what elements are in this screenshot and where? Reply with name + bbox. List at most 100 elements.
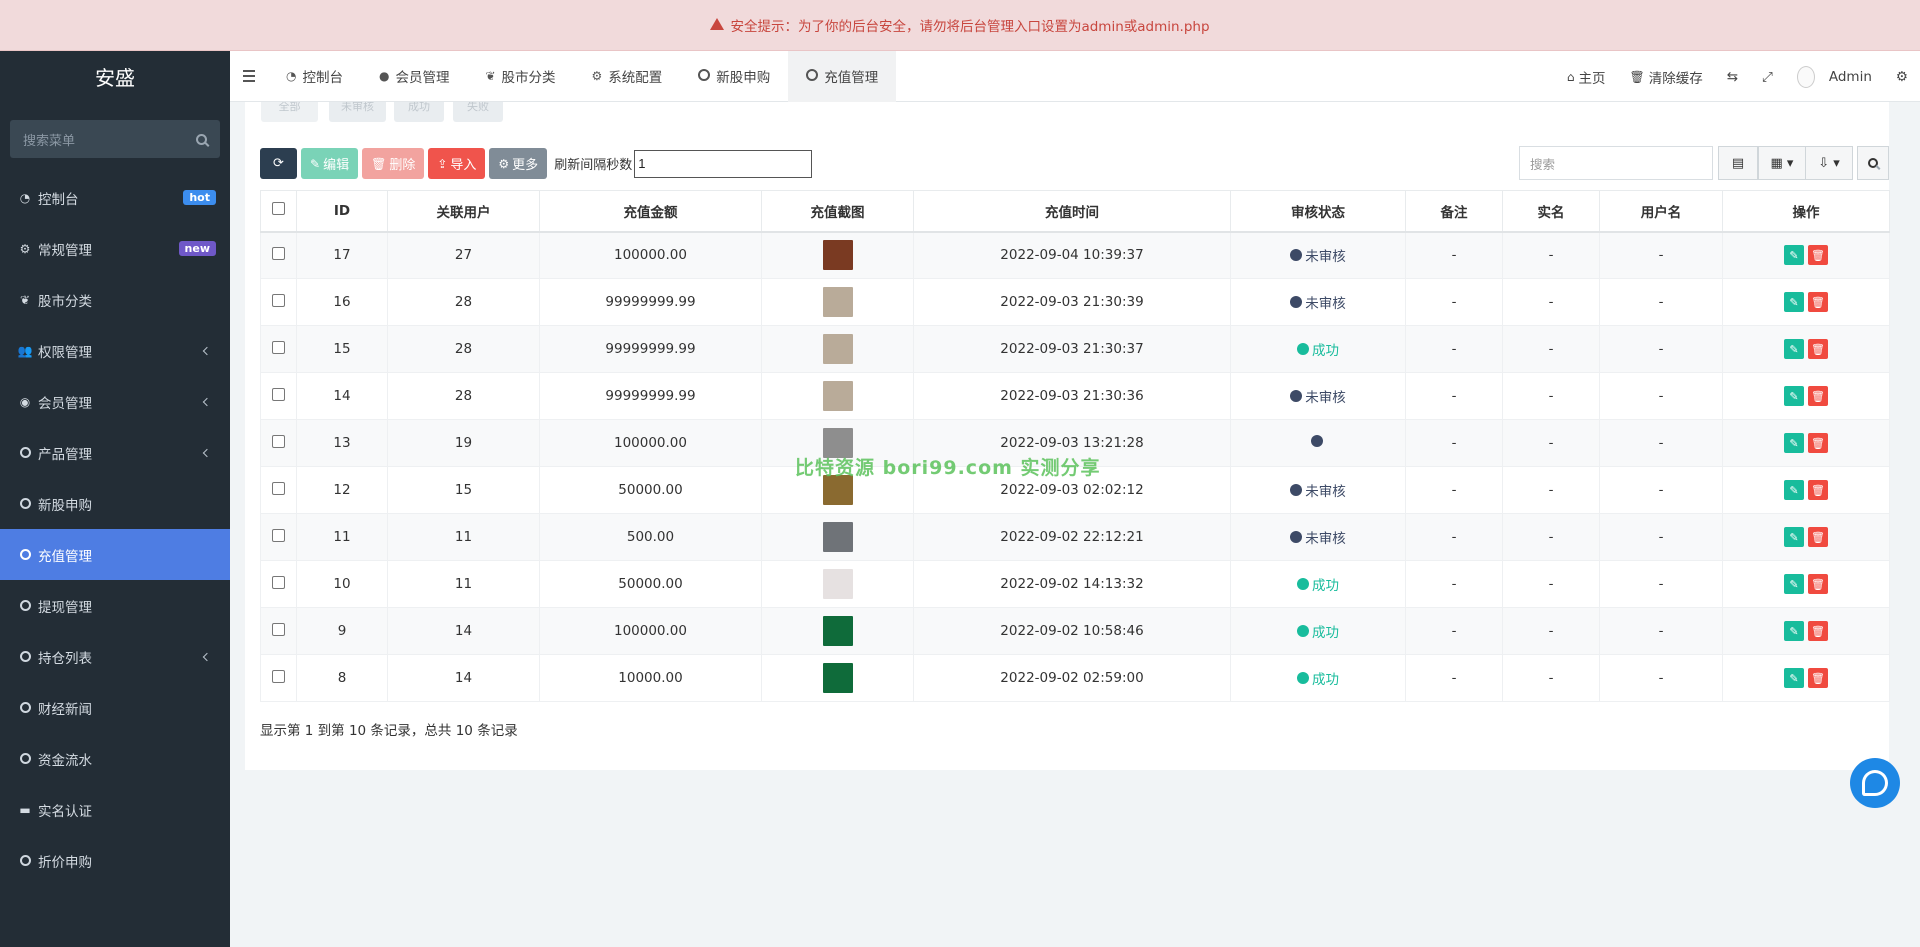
- sidebar-item-12[interactable]: ▬ 实名认证: [0, 784, 230, 835]
- sidebar-item-10[interactable]: 财经新闻: [0, 682, 230, 733]
- sidebar-item-6[interactable]: 新股申购: [0, 478, 230, 529]
- row-edit-button[interactable]: ✎: [1784, 386, 1804, 406]
- row-checkbox[interactable]: [272, 434, 285, 448]
- sidebar-item-11[interactable]: 资金流水: [0, 733, 230, 784]
- screenshot-thumbnail[interactable]: [822, 287, 853, 317]
- col-amount[interactable]: 充值金额: [539, 190, 762, 233]
- table-row[interactable]: 15 28 99999999.99 2022-09-03 21:30:37 成功 - - - ✎…: [260, 325, 1890, 373]
- table-row[interactable]: 14 28 99999999.99 2022-09-03 21:30:36 未审核 - - -…: [260, 372, 1890, 420]
- screenshot-thumbnail[interactable]: [822, 240, 853, 271]
- row-delete-button[interactable]: 🗑: [1808, 668, 1828, 688]
- export-dropdown-icon[interactable]: ⇩ ▾: [1805, 146, 1853, 180]
- row-delete-button[interactable]: 🗑: [1808, 292, 1828, 312]
- row-delete-button[interactable]: 🗑: [1808, 574, 1828, 594]
- subtab-failed[interactable]: 失败: [453, 102, 503, 122]
- language-toggle-icon[interactable]: ⇆: [1715, 51, 1750, 102]
- row-delete-button[interactable]: 🗑: [1808, 386, 1828, 406]
- tab-3[interactable]: ⚙ 系统配置: [574, 51, 681, 102]
- row-edit-button[interactable]: ✎: [1784, 668, 1804, 688]
- fullscreen-icon[interactable]: ⤢: [1750, 51, 1785, 102]
- sidebar-item-4[interactable]: ◉ 会员管理: [0, 376, 230, 427]
- table-row[interactable]: 11 11 500.00 2022-09-02 22:12:21 未审核 - - - ✎ 🗑: [260, 513, 1890, 561]
- row-edit-button[interactable]: ✎: [1784, 433, 1804, 453]
- row-checkbox[interactable]: [272, 481, 285, 495]
- tab-4[interactable]: 新股申购: [680, 51, 788, 102]
- screenshot-thumbnail[interactable]: [822, 381, 853, 411]
- search-icon[interactable]: [196, 133, 207, 145]
- row-checkbox[interactable]: [272, 622, 285, 636]
- col-note[interactable]: 备注: [1405, 190, 1503, 233]
- row-delete-button[interactable]: 🗑: [1808, 339, 1828, 359]
- screenshot-thumbnail[interactable]: [822, 334, 853, 364]
- edit-button[interactable]: ✎ 编辑: [301, 148, 359, 179]
- row-checkbox[interactable]: [272, 387, 285, 401]
- col-screenshot[interactable]: 充值截图: [761, 190, 914, 233]
- screenshot-thumbnail[interactable]: [822, 522, 853, 552]
- select-all-checkbox[interactable]: [272, 202, 285, 216]
- row-checkbox[interactable]: [272, 293, 285, 307]
- sidebar-item-0[interactable]: ◔ 控制台 hot: [0, 172, 230, 223]
- subtab-all[interactable]: 全部: [261, 102, 318, 122]
- row-edit-button[interactable]: ✎: [1784, 574, 1804, 594]
- table-row[interactable]: 10 11 50000.00 2022-09-02 14:13:32 成功 - - - ✎ 🗑: [260, 560, 1890, 608]
- refresh-interval-input[interactable]: [634, 149, 813, 178]
- settings-cogs-icon[interactable]: ⚙: [1884, 51, 1920, 102]
- table-row[interactable]: 17 27 100000.00 2022-09-04 10:39:37 未审核 - - - ✎ 🗑: [260, 231, 1890, 279]
- row-checkbox[interactable]: [272, 669, 285, 683]
- row-delete-button[interactable]: 🗑: [1808, 621, 1828, 641]
- col-time[interactable]: 充值时间: [913, 190, 1231, 233]
- col-user[interactable]: 关联用户: [387, 190, 540, 233]
- row-edit-button[interactable]: ✎: [1784, 245, 1804, 266]
- more-button[interactable]: ⚙ 更多: [489, 148, 548, 179]
- col-id[interactable]: ID: [296, 190, 388, 233]
- sidebar-item-13[interactable]: 折价申购: [0, 835, 230, 886]
- sidebar-item-5[interactable]: 产品管理: [0, 427, 230, 478]
- subtab-unreviewed[interactable]: 未审核: [329, 102, 386, 122]
- tab-0[interactable]: ◔ 控制台: [268, 51, 361, 102]
- col-username[interactable]: 用户名: [1599, 190, 1723, 233]
- advanced-search-icon[interactable]: [1857, 146, 1889, 180]
- subtab-success[interactable]: 成功: [394, 102, 444, 122]
- tab-5[interactable]: 充值管理: [788, 50, 897, 102]
- sidebar-item-8[interactable]: 提现管理: [0, 580, 230, 631]
- user-menu[interactable]: Admin: [1785, 51, 1884, 102]
- clear-cache-button[interactable]: 🗑 清除缓存: [1618, 51, 1715, 102]
- menu-search-input[interactable]: 搜索菜单: [10, 120, 220, 158]
- sidebar-item-1[interactable]: ⚙ 常规管理 new: [0, 223, 230, 274]
- row-checkbox[interactable]: [272, 340, 285, 354]
- row-checkbox[interactable]: [272, 528, 285, 542]
- app-logo[interactable]: 安盛: [0, 51, 230, 101]
- row-edit-button[interactable]: ✎: [1784, 292, 1804, 312]
- table-row[interactable]: 9 14 100000.00 2022-09-02 10:58:46 成功 - - - ✎ 🗑: [260, 607, 1890, 655]
- sidebar-item-9[interactable]: 持仓列表: [0, 631, 230, 682]
- import-button[interactable]: ⇪ 导入: [428, 148, 486, 179]
- table-search-input[interactable]: 搜索: [1519, 146, 1713, 180]
- columns-dropdown-icon[interactable]: ▦ ▾: [1758, 146, 1806, 180]
- screenshot-thumbnail[interactable]: [822, 569, 853, 599]
- row-delete-button[interactable]: 🗑: [1808, 245, 1828, 266]
- tab-2[interactable]: ❦ 股市分类: [467, 51, 573, 102]
- sidebar-item-3[interactable]: 👥 权限管理: [0, 325, 230, 376]
- row-checkbox[interactable]: [272, 575, 285, 589]
- home-link[interactable]: ⌂ 主页: [1555, 51, 1618, 102]
- table-row[interactable]: 8 14 10000.00 2022-09-02 02:59:00 成功 - - - ✎ 🗑: [260, 654, 1890, 702]
- screenshot-thumbnail[interactable]: [822, 663, 853, 693]
- row-delete-button[interactable]: 🗑: [1808, 480, 1828, 500]
- col-realname[interactable]: 实名: [1502, 190, 1600, 233]
- sidebar-item-2[interactable]: ❦ 股市分类: [0, 274, 230, 325]
- row-edit-button[interactable]: ✎: [1784, 339, 1804, 359]
- chat-bubble-icon[interactable]: [1850, 758, 1900, 808]
- screenshot-thumbnail[interactable]: [822, 616, 853, 646]
- row-edit-button[interactable]: ✎: [1784, 480, 1804, 500]
- row-checkbox[interactable]: [272, 246, 285, 260]
- tab-1[interactable]: ● 会员管理: [361, 51, 467, 102]
- menu-toggle-icon[interactable]: [230, 51, 268, 102]
- refresh-button[interactable]: ⟳: [260, 148, 297, 179]
- delete-button[interactable]: 🗑 删除: [362, 148, 425, 179]
- toggle-view-icon[interactable]: ▤: [1718, 146, 1758, 180]
- col-status[interactable]: 审核状态: [1230, 190, 1406, 233]
- table-row[interactable]: 16 28 99999999.99 2022-09-03 21:30:39 未审核 - - -…: [260, 278, 1890, 326]
- row-edit-button[interactable]: ✎: [1784, 621, 1804, 641]
- row-edit-button[interactable]: ✎: [1784, 527, 1804, 547]
- row-delete-button[interactable]: 🗑: [1808, 527, 1828, 547]
